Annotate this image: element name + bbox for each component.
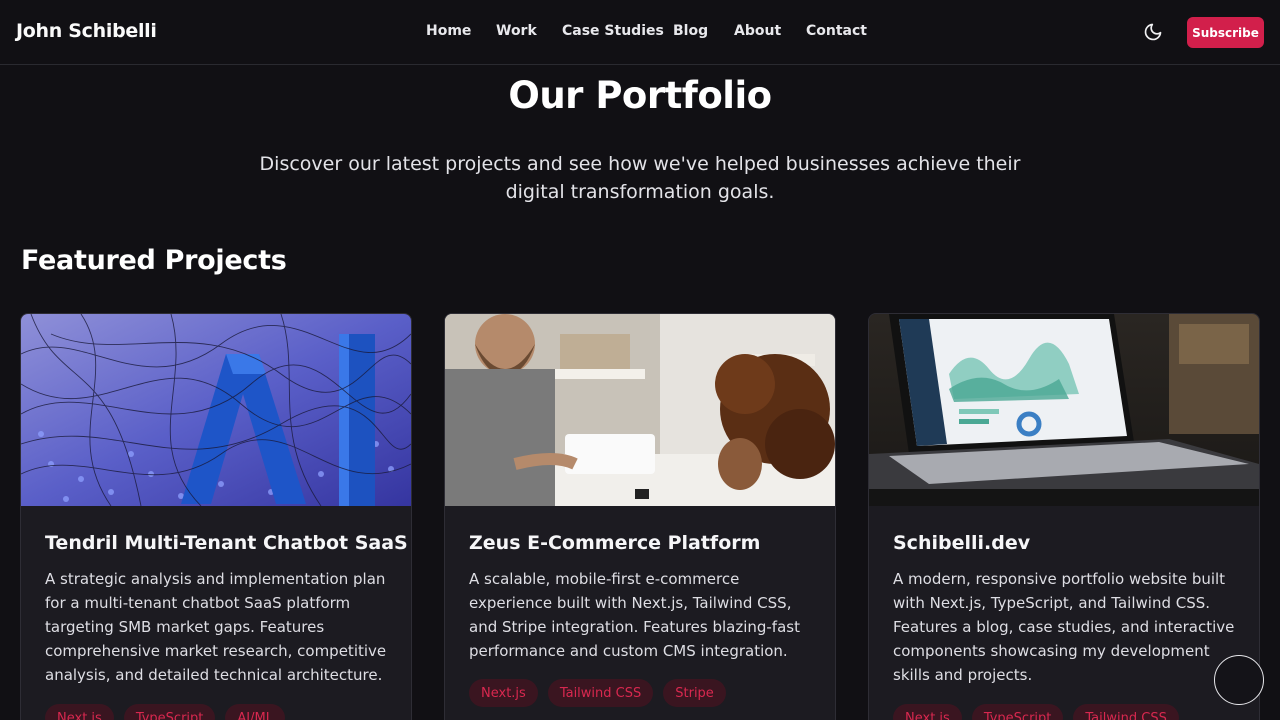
nav-blog[interactable]: Blog: [673, 23, 708, 39]
subscribe-button[interactable]: Subscribe: [1187, 17, 1264, 48]
tag-nextjs: Next.js: [893, 704, 962, 720]
project-title[interactable]: Zeus E-Commerce Platform: [469, 532, 760, 554]
ai-network-image: [21, 314, 411, 506]
project-description: A strategic analysis and implementation …: [45, 570, 387, 684]
tag-typescript: TypeScript: [971, 704, 1064, 720]
project-description: A modern, responsive portfolio website b…: [893, 570, 1235, 684]
page-subtitle: Discover our latest projects and see how…: [259, 153, 1021, 203]
tag-stripe: Stripe: [663, 679, 726, 707]
project-card-tendril[interactable]: Tendril Multi-Tenant Chatbot SaaS A stra…: [20, 313, 412, 720]
tag-ai-ml: AI/ML: [225, 704, 285, 720]
tag-tailwind: Tailwind CSS: [547, 679, 654, 707]
tag-nextjs: Next.js: [45, 704, 114, 720]
page-title: Our Portfolio: [508, 74, 772, 117]
project-tags: Next.js TypeScript AI/ML: [45, 704, 285, 720]
nav-contact[interactable]: Contact: [806, 23, 867, 39]
nav-case-studies[interactable]: Case Studies: [562, 23, 664, 39]
laptop-dashboard-image: [869, 314, 1259, 506]
scroll-button[interactable]: [1214, 655, 1264, 705]
tag-tailwind: Tailwind CSS: [1073, 704, 1179, 720]
project-card-zeus[interactable]: Zeus E-Commerce Platform A scalable, mob…: [444, 313, 836, 720]
project-title[interactable]: Schibelli.dev: [893, 532, 1030, 554]
project-card-schibelli-dev[interactable]: Schibelli.dev A modern, responsive portf…: [868, 313, 1260, 720]
retail-checkout-image: [445, 314, 835, 506]
moon-icon[interactable]: [1143, 22, 1163, 42]
project-tags: Next.js TypeScript Tailwind CSS: [893, 704, 1179, 720]
project-description: A scalable, mobile-first e-commerce expe…: [469, 570, 800, 660]
nav-home[interactable]: Home: [426, 23, 471, 39]
main-nav: Home Work Case Studies Blog About Contac…: [0, 23, 1280, 43]
nav-work[interactable]: Work: [496, 23, 537, 39]
tag-nextjs: Next.js: [469, 679, 538, 707]
featured-projects-heading: Featured Projects: [21, 245, 287, 276]
nav-about[interactable]: About: [734, 23, 781, 39]
project-title[interactable]: Tendril Multi-Tenant Chatbot SaaS: [45, 532, 408, 554]
site-header: John Schibelli Home Work Case Studies Bl…: [0, 0, 1280, 65]
tag-typescript: TypeScript: [123, 704, 216, 720]
project-tags: Next.js Tailwind CSS Stripe: [469, 679, 726, 707]
